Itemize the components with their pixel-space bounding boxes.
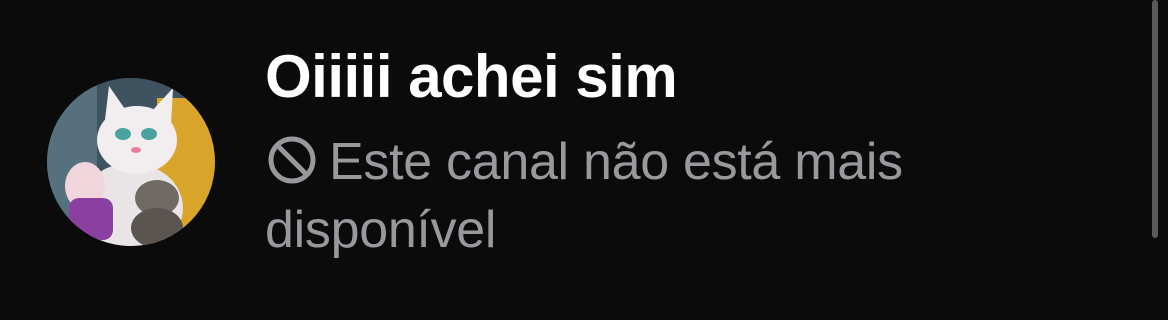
channel-status-text: Este canal não está mais disponível (265, 133, 903, 259)
conversation-title: Oiiiii achei sim (265, 43, 678, 110)
avatar[interactable] (47, 78, 215, 246)
channel-status: Este canal não está mais disponível (265, 128, 1085, 264)
scrollbar[interactable] (1152, 0, 1158, 238)
blocked-icon (265, 133, 319, 187)
conversation-row[interactable]: Oiiiii achei sim Este canal não está mai… (0, 0, 1168, 320)
avatar-image (47, 78, 215, 246)
